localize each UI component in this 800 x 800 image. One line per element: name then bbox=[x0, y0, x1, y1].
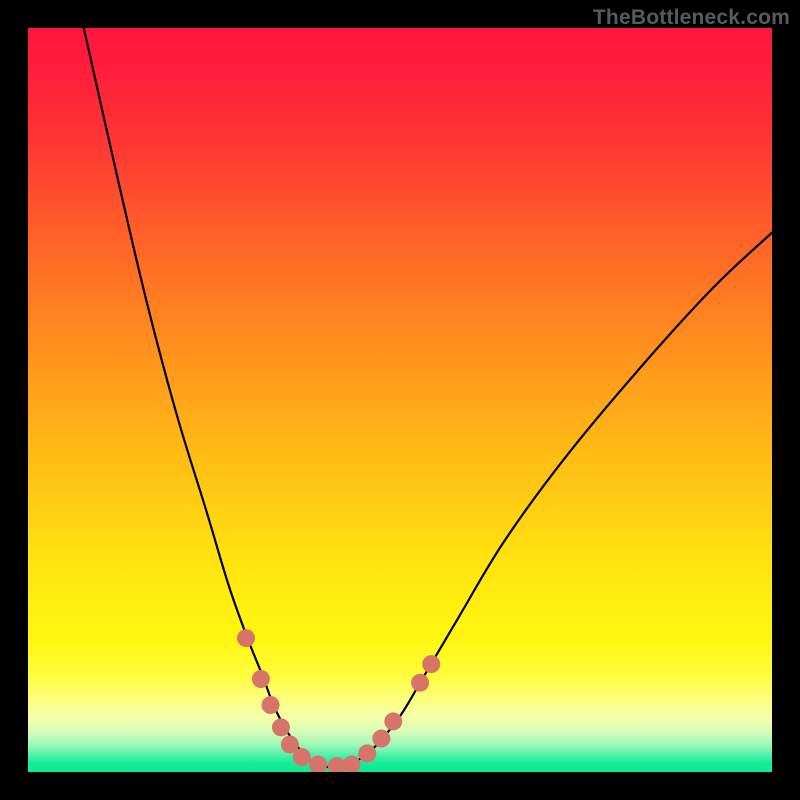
highlight-dot bbox=[411, 674, 429, 692]
highlight-dot bbox=[372, 730, 390, 748]
highlight-dot bbox=[252, 670, 270, 688]
plot-area bbox=[28, 28, 772, 772]
highlight-dot bbox=[422, 655, 440, 673]
chart-frame: TheBottleneck.com bbox=[0, 0, 800, 800]
highlight-dot bbox=[343, 756, 361, 772]
highlight-dot bbox=[358, 744, 376, 762]
highlight-dot bbox=[272, 718, 290, 736]
highlight-dot bbox=[237, 629, 255, 647]
watermark-text: TheBottleneck.com bbox=[593, 6, 790, 30]
highlight-dot bbox=[309, 756, 327, 772]
highlight-dot bbox=[262, 696, 280, 714]
curve-layer bbox=[28, 28, 772, 772]
highlight-dot bbox=[293, 748, 311, 766]
highlight-dot bbox=[384, 712, 402, 730]
